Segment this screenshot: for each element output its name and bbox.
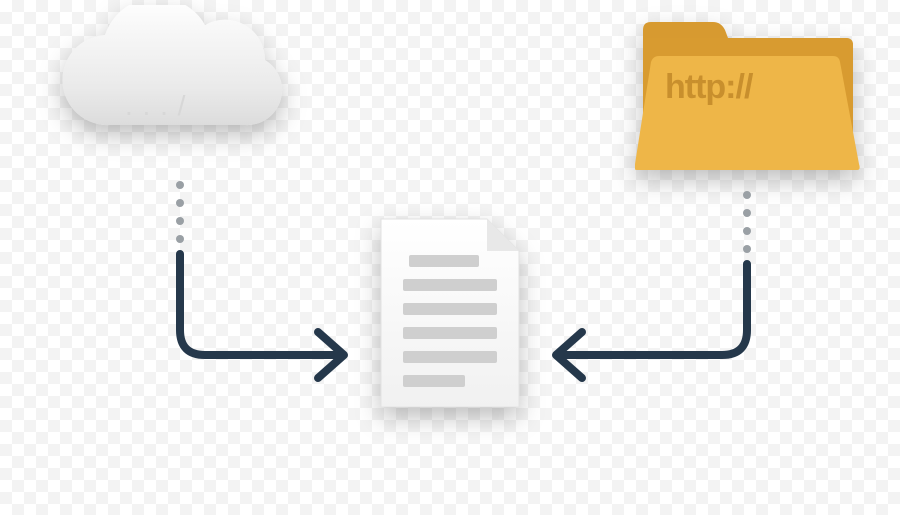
diagram-canvas: . . . / http:// [0, 0, 900, 515]
document-icon [375, 215, 525, 415]
cloud-label: . . . / [125, 90, 186, 122]
right-arrow [556, 264, 747, 378]
cloud-connector-dots [176, 181, 184, 243]
folder-label: http:// [665, 68, 752, 107]
cloud-icon: . . . / [55, 5, 295, 170]
folder-connector-dots [743, 191, 751, 253]
left-arrow [180, 254, 344, 378]
folder-icon: http:// [635, 18, 860, 178]
